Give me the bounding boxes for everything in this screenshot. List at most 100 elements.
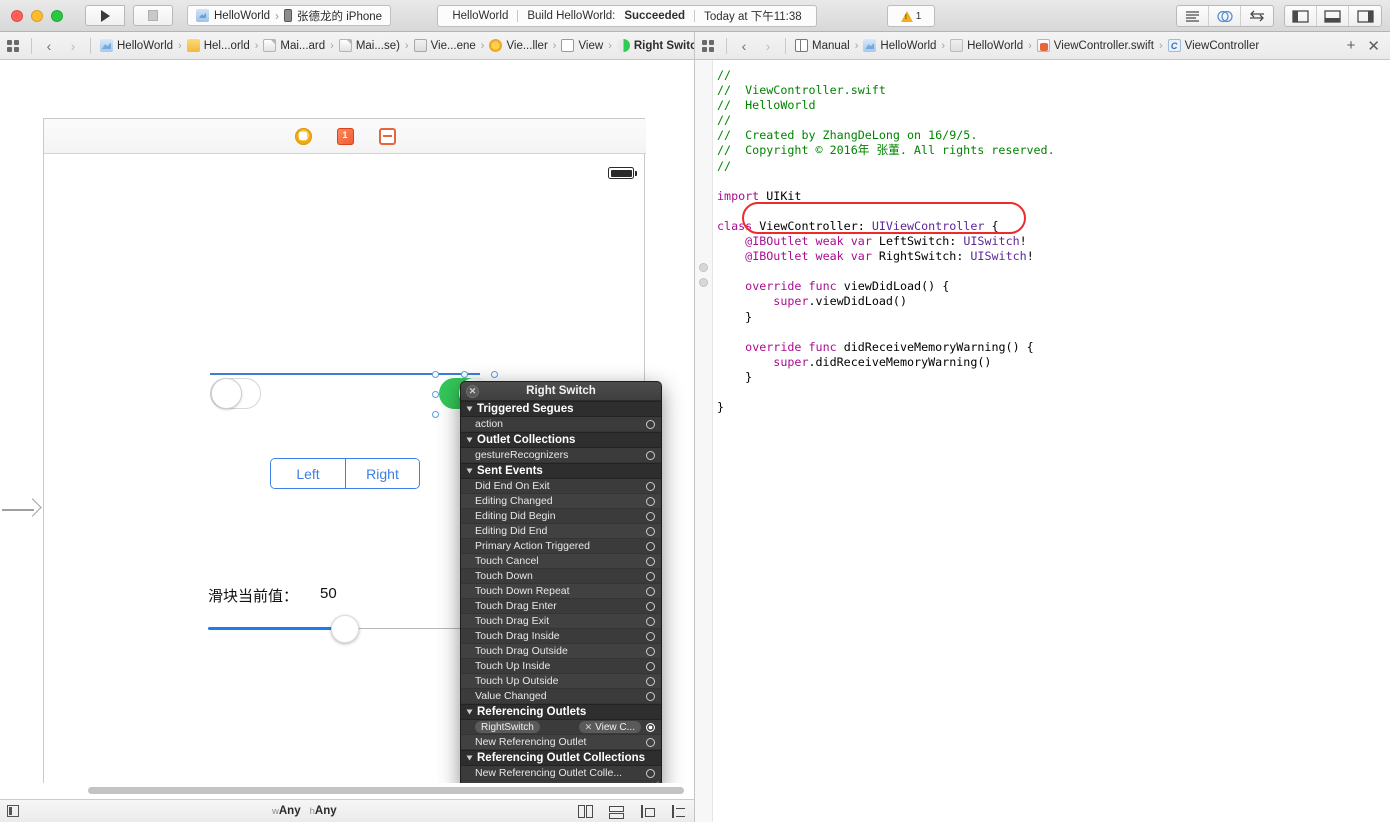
minimize-window-button[interactable] — [31, 9, 43, 22]
connection-well[interactable] — [646, 419, 655, 429]
resize-handle-tl[interactable] — [432, 371, 439, 378]
breadcrumb-item-group-right[interactable]: HelloWorld — [946, 39, 1027, 52]
source-editor[interactable]: //// ViewController.swift// HelloWorld//… — [694, 60, 1390, 822]
connection-well[interactable] — [646, 737, 655, 747]
size-class-control[interactable]: wAny hAny — [272, 805, 337, 817]
run-button[interactable] — [85, 5, 125, 26]
section-header-triggered-segues[interactable]: Triggered Segues — [461, 401, 661, 417]
connection-row[interactable]: Touch Drag Exit — [461, 614, 661, 629]
disconnect-icon[interactable]: ✕ — [585, 722, 593, 733]
toggle-debug-area-button[interactable] — [1317, 6, 1349, 26]
connections-popup[interactable]: ✕ Right Switch Triggered Segues action O… — [460, 381, 662, 793]
connection-row[interactable]: Touch Drag Enter — [461, 599, 661, 614]
segment-right[interactable]: Right — [345, 459, 419, 488]
segmented-control[interactable]: Left Right — [270, 458, 420, 489]
assistant-editor-button[interactable] — [1209, 6, 1241, 26]
version-editor-button[interactable] — [1241, 6, 1273, 26]
breadcrumb-item-scene[interactable]: Vie...ene — [410, 39, 480, 52]
connection-row[interactable]: Editing Changed — [461, 494, 661, 509]
segment-left[interactable]: Left — [271, 459, 345, 488]
connection-well[interactable] — [646, 631, 655, 641]
connection-well[interactable] — [646, 571, 655, 581]
section-header-referencing-outlet-collections[interactable]: Referencing Outlet Collections — [461, 750, 661, 766]
connection-well[interactable] — [646, 616, 655, 626]
connection-well[interactable] — [646, 556, 655, 566]
section-header-sent-events[interactable]: Sent Events — [461, 463, 661, 479]
close-icon[interactable]: ✕ — [466, 385, 479, 398]
toggle-utilities-button[interactable] — [1349, 6, 1381, 26]
connection-row[interactable]: Touch Cancel — [461, 554, 661, 569]
connection-row[interactable]: Touch Drag Inside — [461, 629, 661, 644]
exit-icon[interactable] — [378, 127, 396, 145]
connection-well[interactable] — [646, 661, 655, 671]
breadcrumb-item-project-right[interactable]: HelloWorld — [859, 39, 940, 52]
view-controller-icon[interactable] — [294, 127, 312, 145]
zoom-window-button[interactable] — [51, 9, 63, 22]
breadcrumb-item-viewcontroller[interactable]: Vie...ller — [485, 39, 551, 52]
source-code[interactable]: //// ViewController.swift// HelloWorld//… — [717, 68, 1384, 415]
resize-handle-tr[interactable] — [491, 371, 498, 378]
breadcrumb-item-storyboard[interactable]: Mai...ard — [259, 39, 329, 52]
align-icon[interactable] — [609, 805, 624, 819]
breadcrumb-item-swift-file[interactable]: ViewController.swift — [1033, 39, 1158, 52]
document-outline-toggle[interactable] — [0, 805, 26, 817]
connection-row[interactable]: Value Changed — [461, 689, 661, 704]
embed-in-stack-icon[interactable] — [578, 804, 593, 818]
canvas-horizontal-scrollbar[interactable] — [88, 787, 684, 794]
connection-well[interactable] — [646, 541, 655, 551]
toggle-navigator-button[interactable] — [1285, 6, 1317, 26]
connection-row[interactable]: Touch Down Repeat — [461, 584, 661, 599]
breadcrumb-item-group[interactable]: Hel...orld — [183, 39, 254, 52]
nav-back-button[interactable]: ‹ — [37, 38, 61, 54]
connection-well[interactable] — [646, 676, 655, 686]
connection-row[interactable]: gestureRecognizers — [461, 448, 661, 463]
connection-well[interactable] — [646, 496, 655, 506]
connection-row[interactable]: Touch Drag Outside — [461, 644, 661, 659]
connection-row[interactable]: New Referencing Outlet — [461, 735, 661, 750]
slider-thumb[interactable] — [331, 615, 359, 643]
breadcrumb-item-right-switch[interactable]: Right Switch — [613, 39, 694, 52]
connection-well[interactable] — [646, 481, 655, 491]
nav-forward-button[interactable]: › — [61, 38, 85, 54]
connection-well[interactable] — [646, 526, 655, 536]
scheme-selector[interactable]: HelloWorld › 张德龙的 iPhone — [187, 5, 392, 26]
add-editor-button[interactable]: + — [1347, 37, 1356, 54]
section-header-referencing-outlets[interactable]: Referencing Outlets — [461, 704, 661, 720]
connection-row[interactable]: Touch Up Inside — [461, 659, 661, 674]
connection-well[interactable] — [646, 646, 655, 656]
resize-handle-ml[interactable] — [432, 391, 439, 398]
connection-well[interactable] — [646, 691, 655, 701]
connection-row[interactable]: Editing Did Begin — [461, 509, 661, 524]
connection-row[interactable]: Touch Up Outside — [461, 674, 661, 689]
left-switch[interactable] — [210, 378, 261, 409]
related-items-button[interactable] — [0, 39, 26, 52]
interface-builder-canvas[interactable]: Left Right 滑块当前值： 50 ✕ Right Switch Tr — [0, 60, 694, 798]
close-window-button[interactable] — [11, 9, 23, 22]
connection-well-connected[interactable] — [646, 722, 655, 732]
connection-row[interactable]: Touch Down — [461, 569, 661, 584]
standard-editor-button[interactable] — [1177, 6, 1209, 26]
resize-handle-bl[interactable] — [432, 411, 439, 418]
connection-row[interactable]: Primary Action Triggered — [461, 539, 661, 554]
stop-button[interactable] — [133, 5, 173, 26]
resize-handle-tc[interactable] — [461, 371, 468, 378]
editor-back-button[interactable]: ‹ — [732, 38, 756, 54]
outlet-gutter-marker-right[interactable] — [699, 278, 708, 287]
close-editor-button[interactable]: ✕ — [1367, 37, 1380, 55]
issue-count-button[interactable]: 1 — [887, 5, 935, 27]
breadcrumb-item-class[interactable]: C ViewController — [1164, 39, 1264, 52]
connection-row[interactable]: New Referencing Outlet Colle... — [461, 766, 661, 781]
first-responder-icon[interactable] — [336, 127, 354, 145]
outlet-target-pill[interactable]: ✕ View C... — [578, 721, 641, 733]
connection-row[interactable]: Editing Did End — [461, 524, 661, 539]
breadcrumb-item-project[interactable]: HelloWorld — [96, 39, 177, 52]
connection-well[interactable] — [646, 586, 655, 596]
outlet-name-pill[interactable]: RightSwitch — [475, 721, 540, 733]
connection-row[interactable]: action — [461, 417, 661, 432]
resolve-autolayout-icon[interactable] — [671, 804, 686, 818]
pin-icon[interactable] — [640, 804, 655, 818]
connection-row-rightswitch[interactable]: RightSwitch ✕ View C... — [461, 720, 661, 735]
connection-well[interactable] — [646, 768, 655, 778]
breadcrumb-item-base[interactable]: Mai...se) — [335, 39, 404, 52]
section-header-outlet-collections[interactable]: Outlet Collections — [461, 432, 661, 448]
